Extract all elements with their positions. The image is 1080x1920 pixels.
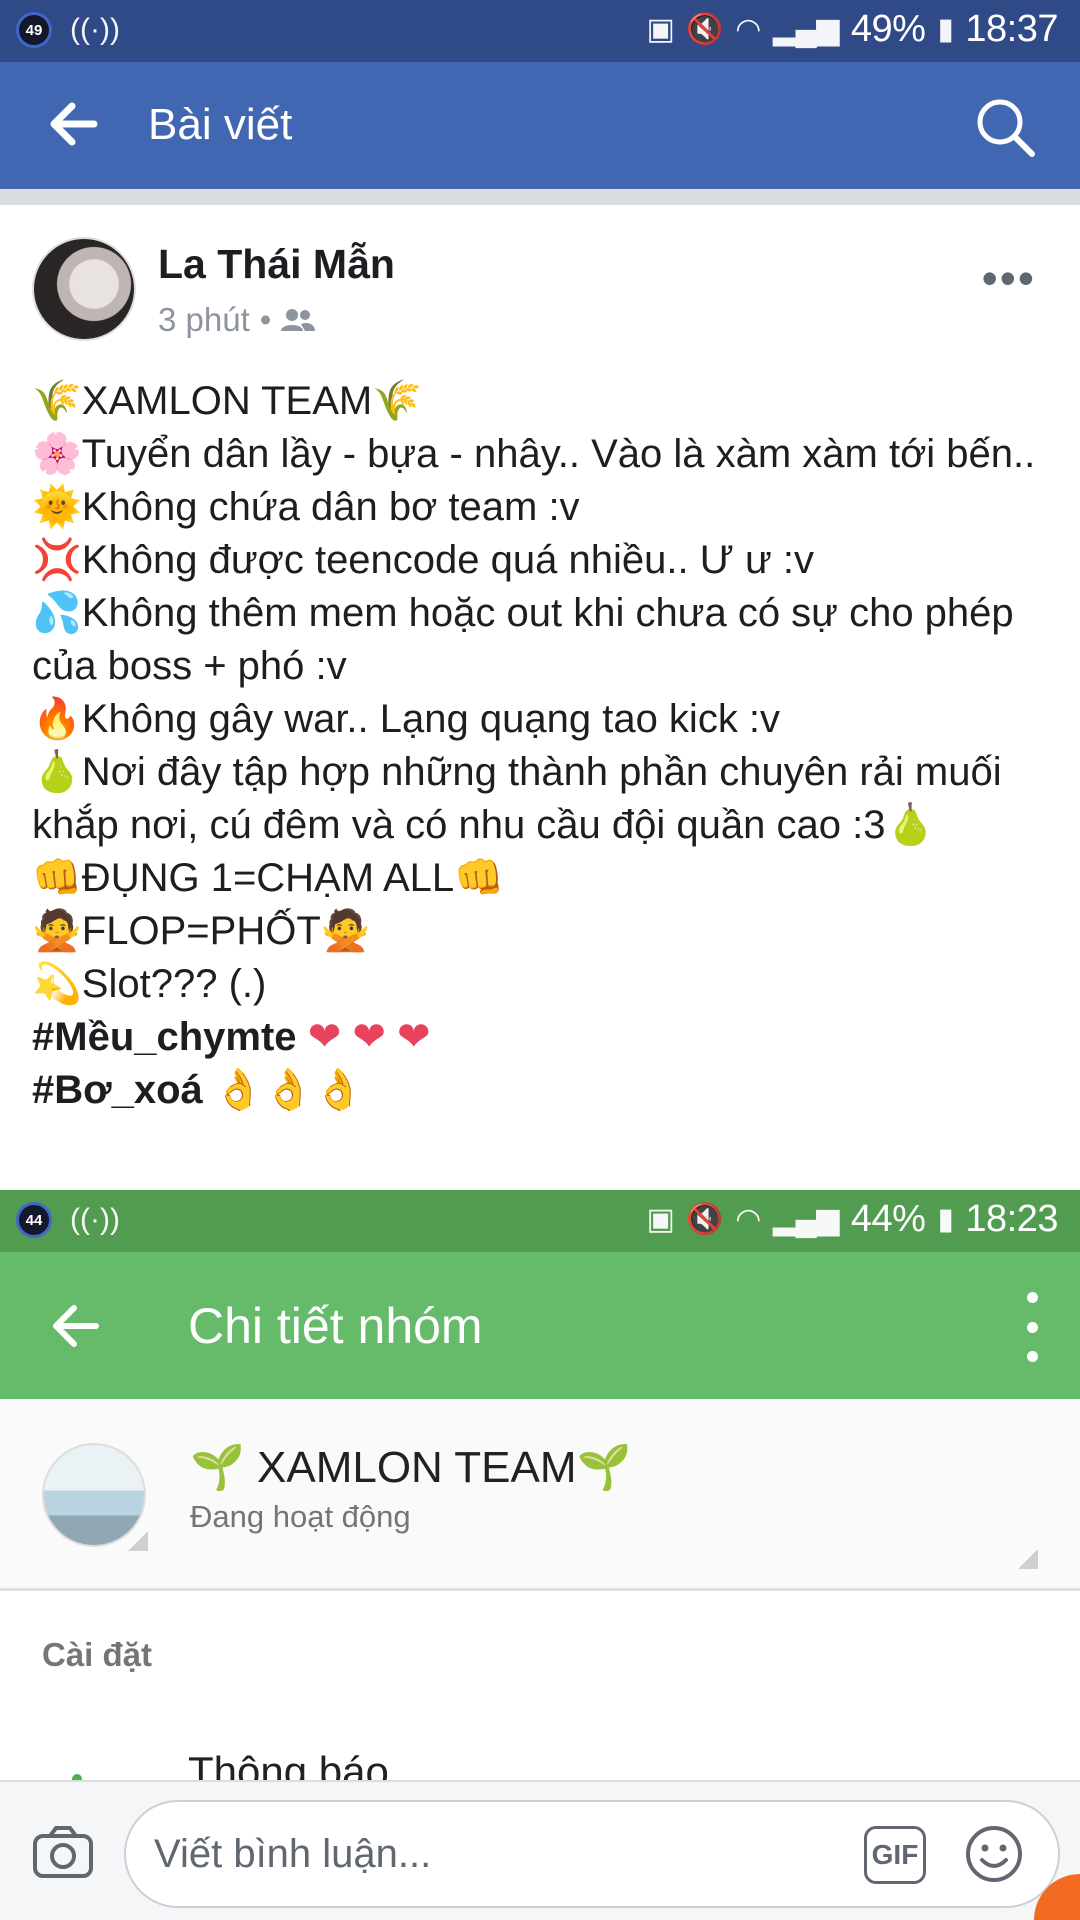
author-name[interactable]: La Thái Mẫn xyxy=(158,241,395,288)
settings-section-label: Cài đặt xyxy=(42,1636,153,1673)
notification-badge: 44 xyxy=(16,1202,52,1238)
author-avatar[interactable] xyxy=(32,237,136,341)
group-app-bar: Chi tiết nhóm xyxy=(0,1252,1080,1399)
mute-icon: 🔇 xyxy=(686,1203,724,1236)
friends-audience-icon xyxy=(281,309,316,331)
post-line: 💫Slot??? (.) xyxy=(32,962,267,1006)
post-meta: 3 phút • xyxy=(158,301,316,339)
overflow-menu-icon[interactable] xyxy=(1020,1292,1044,1362)
avatar-corner-icon xyxy=(128,1531,148,1551)
signal-icon: ▂▄▆ xyxy=(772,1203,839,1236)
wifi-icon: ◠ xyxy=(735,1203,761,1236)
battery-icon: ▮ xyxy=(937,13,954,46)
more-options-icon[interactable]: ••• xyxy=(982,251,1036,305)
post-line: 🌞Không chứa dân bơ team :v xyxy=(32,485,580,529)
post-line: 🌸Tuyển dân lầy - bựa - nhây.. Vào là xàm… xyxy=(32,432,1036,476)
hashtag-line: #Mều_chymte ❤ ❤ ❤ xyxy=(32,1011,1062,1064)
post-app-bar: Bài viết xyxy=(0,62,1080,189)
group-page-title: Chi tiết nhóm xyxy=(188,1298,483,1354)
battery-percent: 49% xyxy=(850,8,926,50)
comment-input[interactable]: Viết bình luận... GIF xyxy=(124,1800,1060,1908)
post-line: 🔥Không gây war.. Lạng quạng tao kick :v xyxy=(32,697,781,741)
card-corner-icon xyxy=(1018,1549,1038,1569)
comment-placeholder: Viết bình luận... xyxy=(154,1832,432,1876)
clock: 18:23 xyxy=(965,1198,1058,1240)
battery-percent: 44% xyxy=(850,1198,926,1240)
battery-saver-icon: ▣ xyxy=(646,13,675,46)
hashtag-line: #Bơ_xoá 👌👌👌 xyxy=(32,1064,1062,1117)
battery-icon: ▮ xyxy=(937,1203,954,1236)
meta-separator: • xyxy=(259,301,272,338)
emoji-icon[interactable] xyxy=(964,1824,1024,1884)
post-time[interactable]: 3 phút xyxy=(158,301,250,339)
ok-hand-emoji: 👌👌👌 xyxy=(213,1068,364,1112)
page-title: Bài viết xyxy=(148,100,293,149)
post-line: 🙅FLOP=PHỐT🙅 xyxy=(32,909,371,953)
post-card: La Thái Mẫn 3 phút • ••• 🌾XAMLON TEAM🌾 🌸… xyxy=(0,205,1080,1190)
back-arrow-icon[interactable] xyxy=(44,94,104,154)
embedded-status-bar: 44 ((·)) ▣ 🔇 ◠ ▂▄▆ 44% ▮ 18:23 xyxy=(0,1190,1080,1252)
hashtag-link[interactable]: #Bơ_xoá xyxy=(32,1068,203,1112)
camera-icon[interactable] xyxy=(32,1824,94,1880)
hotspot-icon: ((·)) xyxy=(70,1203,120,1236)
signal-icon: ▂▄▆ xyxy=(772,13,839,46)
comment-bar: Viết bình luận... GIF xyxy=(0,1780,1080,1920)
post-text: 🌾XAMLON TEAM🌾 🌸Tuyển dân lầy - bựa - nhâ… xyxy=(32,375,1062,1117)
heart-emoji: ❤ ❤ ❤ xyxy=(307,1015,431,1059)
clock: 18:37 xyxy=(965,8,1058,50)
battery-saver-icon: ▣ xyxy=(646,1203,675,1236)
search-icon[interactable] xyxy=(974,96,1038,160)
back-arrow-icon[interactable] xyxy=(46,1296,106,1356)
hotspot-icon: ((·)) xyxy=(70,13,120,46)
post-line: 👊ĐỤNG 1=CHẠM ALL👊 xyxy=(32,856,504,900)
group-name: 🌱 XAMLON TEAM🌱 xyxy=(190,1443,632,1492)
group-header[interactable]: 🌱 XAMLON TEAM🌱 Đang hoạt động xyxy=(0,1399,1080,1591)
post-line: 💢Không được teencode quá nhiều.. Ư ư :v xyxy=(32,538,814,582)
divider xyxy=(0,189,1080,205)
wifi-icon: ◠ xyxy=(735,13,761,46)
group-status: Đang hoạt động xyxy=(190,1499,411,1534)
status-bar: 49 ((·)) ▣ 🔇 ◠ ▂▄▆ 49% ▮ 18:37 xyxy=(0,0,1080,62)
post-line: 🌾XAMLON TEAM🌾 xyxy=(32,379,423,423)
post-line: 💦Không thêm mem hoặc out khi chưa có sự … xyxy=(32,591,1014,688)
notification-badge: 49 xyxy=(16,12,52,48)
post-line: 🍐Nơi đây tập hợp những thành phần chuyên… xyxy=(32,750,1002,847)
hashtag-link[interactable]: #Mều_chymte xyxy=(32,1015,297,1059)
gif-button[interactable]: GIF xyxy=(864,1826,926,1884)
mute-icon: 🔇 xyxy=(686,13,724,46)
